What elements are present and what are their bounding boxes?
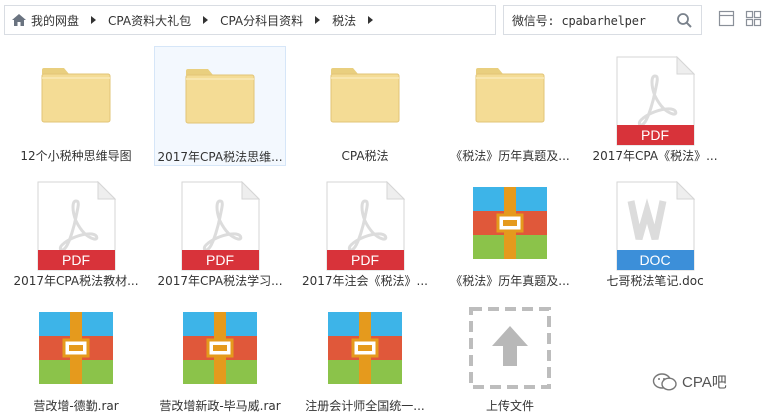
file-name: 《税法》历年真题及...: [450, 274, 570, 288]
file-name: 2017年CPA税法学习...: [157, 274, 283, 288]
file-tile[interactable]: PDF 2017年注会《税法》...: [299, 171, 431, 291]
list-view-icon[interactable]: [718, 10, 735, 27]
file-tile[interactable]: PDF 2017年CPA税法教材...: [10, 171, 142, 291]
folder-icon: [330, 68, 400, 123]
file-name: 营改增新政-毕马威.rar: [159, 399, 281, 413]
search-input-value: 微信号: cpabarhelper: [512, 13, 646, 28]
file-name: 营改增-德勤.rar: [33, 399, 119, 413]
watermark: CPA吧: [652, 371, 727, 392]
archive-rar-icon: [328, 312, 402, 384]
file-grid: 12个小税种思维导图 2017年CPA税法思维... CPA税法 《税法》历年真…: [0, 42, 770, 416]
home-icon[interactable]: [11, 12, 27, 28]
file-name: 七哥税法笔记.doc: [606, 274, 704, 288]
chevron-right-icon: [368, 16, 374, 24]
pdf-file-icon: PDF: [37, 181, 116, 271]
upload-label: 上传文件: [485, 399, 534, 413]
pdf-file-icon: PDF: [181, 181, 260, 271]
file-name: 2017年注会《税法》...: [302, 274, 428, 288]
file-tile[interactable]: DOC 七哥税法笔记.doc: [589, 171, 721, 291]
archive-rar-icon: [183, 312, 257, 384]
folder-icon: [41, 68, 111, 123]
upload-icon: [469, 307, 551, 389]
pdf-badge: PDF: [62, 252, 90, 268]
breadcrumb: 我的网盘 CPA资料大礼包 CPA分科目资料 税法: [4, 5, 496, 35]
file-name: 2017年CPA税法思维...: [157, 150, 283, 164]
folder-icon: [475, 68, 545, 123]
breadcrumb-item-my-drive[interactable]: 我的网盘: [31, 12, 79, 29]
folder-icon: [185, 69, 255, 124]
archive-rar-icon: [473, 187, 547, 259]
doc-file-icon: DOC: [616, 181, 695, 271]
breadcrumb-item-tax-law[interactable]: 税法: [332, 12, 356, 29]
file-tile[interactable]: CPA税法: [299, 46, 431, 166]
breadcrumb-item-subject-materials[interactable]: CPA分科目资料: [220, 12, 303, 29]
chevron-right-icon: [91, 16, 97, 24]
upload-tile[interactable]: 上传文件: [444, 296, 576, 416]
toolbar: 我的网盘 CPA资料大礼包 CPA分科目资料 税法 微信号: cpabarhel…: [0, 0, 770, 40]
search-icon[interactable]: [676, 12, 693, 29]
watermark-text: CPA吧: [682, 374, 727, 391]
search-input[interactable]: 微信号: cpabarhelper: [503, 5, 702, 35]
grid-view-icon[interactable]: [745, 10, 762, 27]
breadcrumb-item-gift-pack[interactable]: CPA资料大礼包: [108, 12, 191, 29]
file-name: 《税法》历年真题及...: [450, 149, 570, 163]
archive-rar-icon: [39, 312, 113, 384]
file-tile[interactable]: 2017年CPA税法思维...: [154, 46, 286, 166]
file-tile[interactable]: 《税法》历年真题及...: [444, 171, 576, 291]
file-name: 2017年CPA税法教材...: [13, 274, 139, 288]
pdf-badge: PDF: [641, 127, 669, 143]
file-tile[interactable]: PDF 2017年CPA税法学习...: [154, 171, 286, 291]
wechat-logo-icon: [652, 372, 677, 391]
pdf-file-icon: PDF: [616, 56, 695, 146]
file-tile[interactable]: 12个小税种思维导图: [10, 46, 142, 166]
file-name: CPA税法: [341, 149, 389, 163]
file-tile[interactable]: PDF 2017年CPA《税法》...: [589, 46, 721, 166]
doc-badge: DOC: [639, 252, 670, 268]
file-tile[interactable]: 营改增-德勤.rar: [10, 296, 142, 416]
file-name: 2017年CPA《税法》...: [592, 149, 718, 163]
file-name: 注册会计师全国统一...: [305, 399, 425, 413]
pdf-badge: PDF: [351, 252, 379, 268]
file-tile[interactable]: 《税法》历年真题及...: [444, 46, 576, 166]
chevron-right-icon: [315, 16, 321, 24]
pdf-file-icon: PDF: [326, 181, 405, 271]
pdf-badge: PDF: [206, 252, 234, 268]
file-tile[interactable]: 营改增新政-毕马威.rar: [154, 296, 286, 416]
file-name: 12个小税种思维导图: [20, 149, 132, 163]
chevron-right-icon: [203, 16, 209, 24]
file-tile[interactable]: 注册会计师全国统一...: [299, 296, 431, 416]
